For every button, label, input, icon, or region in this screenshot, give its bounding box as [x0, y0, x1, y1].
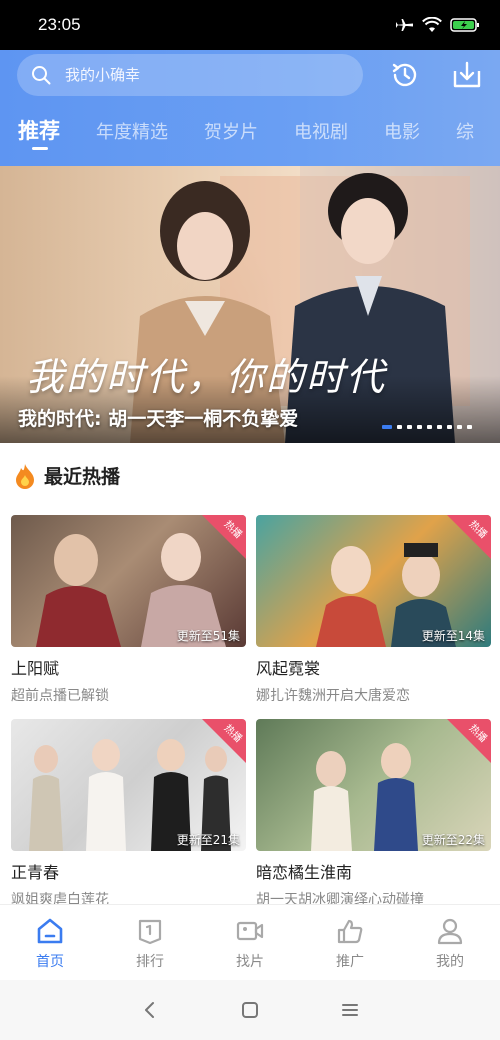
show-title: 风起霓裳: [256, 659, 321, 678]
airplane-icon: [395, 19, 413, 31]
nav-profile[interactable]: 我的: [400, 905, 500, 980]
show-card[interactable]: 热播 更新至21集 正青春 飒姐爽虐白莲花: [11, 719, 246, 909]
nav-find[interactable]: 找片: [200, 905, 300, 980]
nav-label: 找片: [236, 954, 264, 970]
system-nav-bar: [0, 980, 500, 1040]
history-icon: [392, 63, 417, 87]
episode-count: 更新至14集: [421, 629, 485, 643]
nav-label: 推广: [336, 954, 364, 970]
bottom-nav: 首页 排行 找片 推广 我的: [0, 904, 500, 980]
banner-dot[interactable]: [447, 425, 452, 429]
header: 推荐 年度精选 贺岁片 电视剧 电影 综: [0, 50, 500, 166]
banner-title: 我的时代: 胡一天李一桐不负挚爱: [18, 408, 299, 430]
banner-dot[interactable]: [427, 425, 432, 429]
status-bar: 23:05: [0, 0, 500, 50]
show-subtitle: 娜扎许魏洲开启大唐爱恋: [256, 688, 410, 704]
show-thumbnail: 热播 更新至51集: [11, 515, 246, 647]
app-screen: 23:05 推荐 年度精选 贺岁片 电视剧 电影 综: [0, 0, 500, 1040]
tab-annual-picks[interactable]: 年度精选: [96, 110, 168, 144]
video-camera-icon: [236, 921, 264, 941]
banner-pagination: [382, 425, 472, 429]
nav-label: 排行: [136, 954, 164, 970]
banner-dot[interactable]: [382, 425, 392, 429]
banner-dot[interactable]: [407, 425, 412, 429]
section-title: 最近热播: [44, 466, 121, 488]
tab-tv-series[interactable]: 电视剧: [294, 110, 348, 144]
nav-label: 首页: [36, 954, 64, 970]
featured-banner[interactable]: 我的时代，你的时代 我的时代: 胡一天李一桐不负挚爱: [0, 166, 500, 443]
episode-count: 更新至51集: [176, 629, 240, 643]
show-subtitle: 超前点播已解锁: [11, 688, 109, 704]
home-square-icon[interactable]: [240, 1000, 260, 1020]
episode-count: 更新至22集: [421, 833, 485, 847]
status-icons: [394, 17, 480, 33]
nav-ranking[interactable]: 排行: [100, 905, 200, 980]
tab-recommended[interactable]: 推荐: [18, 110, 60, 150]
show-card[interactable]: 热播 更新至22集 暗恋橘生淮南 胡一天胡冰卿演绎心动碰撞: [256, 719, 491, 909]
show-title: 上阳赋: [11, 659, 60, 678]
banner-dot[interactable]: [417, 425, 422, 429]
banner-art-text: 我的时代，你的时代: [26, 355, 387, 399]
history-button[interactable]: [388, 58, 422, 92]
nav-label: 我的: [436, 954, 464, 970]
section-header: 最近热播: [14, 462, 120, 489]
banner-dot[interactable]: [437, 425, 442, 429]
wifi-icon: [422, 17, 442, 32]
banner-dot[interactable]: [467, 425, 472, 429]
ranking-icon: [138, 919, 162, 945]
download-button[interactable]: [450, 58, 484, 92]
show-title: 正青春: [11, 863, 60, 882]
show-thumbnail: 热播 更新至21集: [11, 719, 246, 851]
show-thumbnail: 热播 更新至22集: [256, 719, 491, 851]
search-bar[interactable]: [17, 54, 363, 96]
menu-icon[interactable]: [340, 1000, 360, 1020]
nav-promote[interactable]: 推广: [300, 905, 400, 980]
tab-variety[interactable]: 综: [456, 110, 474, 144]
home-icon: [37, 918, 63, 944]
nav-home[interactable]: 首页: [0, 905, 100, 980]
tab-new-year-movies[interactable]: 贺岁片: [204, 110, 258, 144]
fire-icon: [16, 463, 34, 489]
banner-poster-image: [0, 166, 500, 443]
banner-dot[interactable]: [397, 425, 402, 429]
episode-count: 更新至21集: [176, 833, 240, 847]
tab-movies[interactable]: 电影: [384, 110, 420, 144]
banner-dot[interactable]: [457, 425, 462, 429]
battery-icon: [450, 18, 479, 32]
search-icon: [32, 66, 51, 85]
thumbs-up-icon: [337, 919, 363, 944]
download-icon: [453, 61, 481, 88]
category-tabs: 推荐 年度精选 贺岁片 电视剧 电影 综: [0, 110, 500, 166]
back-icon[interactable]: [140, 1000, 160, 1020]
show-thumbnail: 热播 更新至14集: [256, 515, 491, 647]
show-title: 暗恋橘生淮南: [256, 863, 353, 882]
show-card[interactable]: 热播 更新至14集 风起霓裳 娜扎许魏洲开启大唐爱恋: [256, 515, 491, 705]
status-time: 23:05: [38, 15, 81, 34]
search-input[interactable]: [65, 66, 315, 84]
user-icon: [437, 918, 463, 945]
show-card[interactable]: 热播 更新至51集 上阳赋 超前点播已解锁: [11, 515, 246, 705]
